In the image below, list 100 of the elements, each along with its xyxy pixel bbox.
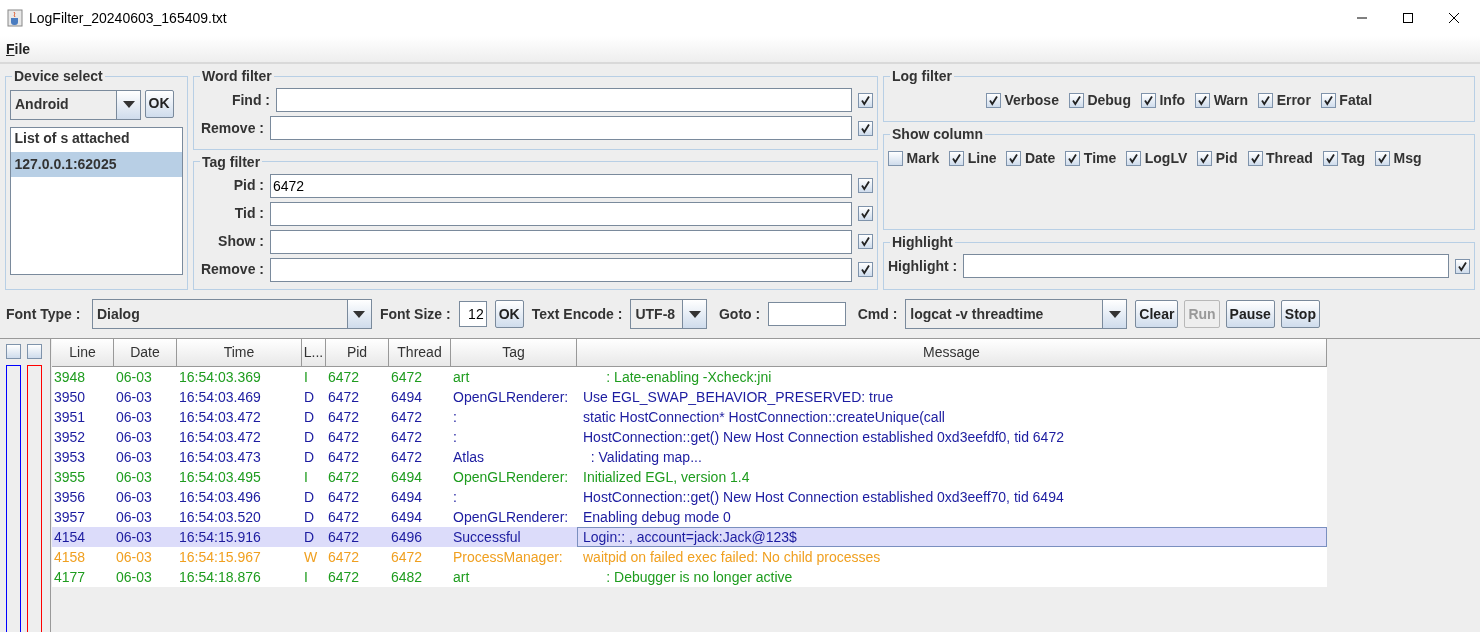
table-cell: 6496 (389, 527, 451, 547)
checkbox[interactable] (1247, 150, 1263, 166)
checkbox[interactable] (1455, 258, 1470, 274)
menu-item[interactable]: File (0, 38, 37, 60)
field-label: Find : (230, 90, 270, 110)
table-cell: art (451, 567, 577, 587)
checkbox[interactable] (1322, 150, 1338, 166)
checkbox[interactable] (858, 262, 873, 278)
checkbox[interactable] (1258, 92, 1274, 108)
table-cell: : (451, 487, 577, 507)
checkbox[interactable] (1320, 92, 1336, 108)
table-cell: 6494 (389, 467, 451, 487)
checkbox[interactable] (949, 150, 965, 166)
table-cell: 06-03 (114, 527, 177, 547)
table-cell: D (302, 527, 326, 547)
checkbox[interactable] (6, 344, 21, 359)
table-cell: Login:: , account=jack:Jack@123$ (577, 527, 1327, 547)
column-header[interactable]: Time (177, 339, 302, 367)
table-cell: static HostConnection* HostConnection::createUnique(call (577, 407, 1327, 427)
java-cup-icon (7, 9, 23, 27)
input-field[interactable]: 12 (458, 301, 487, 327)
checkbox[interactable] (858, 92, 873, 108)
checkbox[interactable] (1195, 92, 1211, 108)
column-header[interactable]: Thread (389, 339, 451, 367)
group-title: Show column (891, 126, 984, 142)
checkbox[interactable] (1006, 150, 1022, 166)
column-header[interactable]: Pid (326, 339, 389, 367)
group-title: Tag filter (201, 153, 262, 170)
table-cell: HostConnection::get() New Host Connection established 0xd3eefdf0, tid 6472 (577, 427, 1327, 447)
column-header[interactable]: Line (52, 339, 114, 367)
table-cell: ProcessManager: (451, 547, 577, 567)
table-cell: 16:54:03.472 (177, 427, 302, 447)
table-cell: D (302, 487, 326, 507)
checkbox[interactable] (858, 120, 873, 136)
column-header[interactable]: L... (302, 339, 326, 367)
list-item[interactable]: 127.0.0.1:62025 (11, 151, 182, 177)
input-field[interactable] (270, 201, 852, 226)
command-combo[interactable]: logcat -v threadtime (905, 299, 1128, 329)
column-header[interactable]: Tag (451, 339, 577, 367)
dropdown-arrow-icon (353, 310, 366, 318)
table-cell: : Validating map... (577, 447, 1327, 467)
table-cell: 06-03 (114, 367, 177, 387)
toolbar-button[interactable]: Clear (1135, 300, 1179, 328)
checkbox[interactable] (1068, 92, 1084, 108)
table-cell: 6472 (326, 367, 389, 387)
table-cell: 6482 (389, 567, 451, 587)
table-cell: 3950 (52, 387, 114, 407)
input-field[interactable]: 6472 (270, 173, 852, 198)
input-field[interactable] (963, 254, 1449, 278)
checkbox[interactable] (985, 92, 1001, 108)
checkbox[interactable] (888, 150, 903, 166)
checkbox[interactable] (1126, 150, 1142, 166)
table-cell: W (302, 547, 326, 567)
table-cell: 6494 (389, 507, 451, 527)
checkbox-label: Fatal (1339, 90, 1373, 110)
table-cell: 3957 (52, 507, 114, 527)
ok-button[interactable]: OK (494, 300, 524, 328)
table-cell: 6472 (326, 547, 389, 567)
table-cell: 6472 (326, 567, 389, 587)
input-field[interactable] (270, 116, 852, 140)
checkbox[interactable] (858, 234, 873, 250)
table-cell: 6472 (389, 547, 451, 567)
font-type-combo[interactable]: Dialog (91, 299, 372, 329)
table-cell: 16:54:03.495 (177, 467, 302, 487)
table-cell: 3948 (52, 367, 114, 387)
table-cell: D (302, 407, 326, 427)
checkbox[interactable] (1197, 150, 1213, 166)
table-cell: 6472 (326, 447, 389, 467)
table-cell: 16:54:15.967 (177, 547, 302, 567)
input-field[interactable] (276, 88, 852, 112)
checkbox[interactable] (858, 178, 873, 194)
checkbox[interactable] (27, 344, 42, 359)
table-cell: 6472 (326, 427, 389, 447)
ok-button[interactable]: OK (144, 89, 174, 118)
device-combo[interactable]: Android (10, 89, 141, 120)
checkbox[interactable] (1065, 150, 1081, 166)
encoding-combo[interactable]: UTF-8 (630, 299, 708, 329)
column-header[interactable]: Message (577, 339, 1327, 367)
toolbar-button[interactable]: Pause (1225, 300, 1275, 328)
table-cell: 3951 (52, 407, 114, 427)
checkbox[interactable] (1375, 150, 1391, 166)
column-header[interactable]: Date (114, 339, 177, 367)
input-field[interactable] (270, 257, 852, 282)
input-field[interactable] (768, 302, 847, 326)
table-cell: 06-03 (114, 487, 177, 507)
checkbox-label: Error (1276, 90, 1311, 110)
table-cell: 06-03 (114, 427, 177, 447)
table-cell: D (302, 387, 326, 407)
table-cell: 4158 (52, 547, 114, 567)
table-cell: 4177 (52, 567, 114, 587)
toolbar-button[interactable]: Stop (1280, 300, 1320, 328)
field-label: Highlight : (888, 256, 958, 276)
checkbox[interactable] (1141, 92, 1156, 108)
table-cell: art (451, 367, 577, 387)
field-label: Font Size : (379, 304, 451, 324)
checkbox[interactable] (858, 206, 873, 222)
table-cell: 6472 (389, 407, 451, 427)
table-cell: I (302, 367, 326, 387)
table-cell: 4154 (52, 527, 114, 547)
input-field[interactable] (270, 229, 852, 254)
